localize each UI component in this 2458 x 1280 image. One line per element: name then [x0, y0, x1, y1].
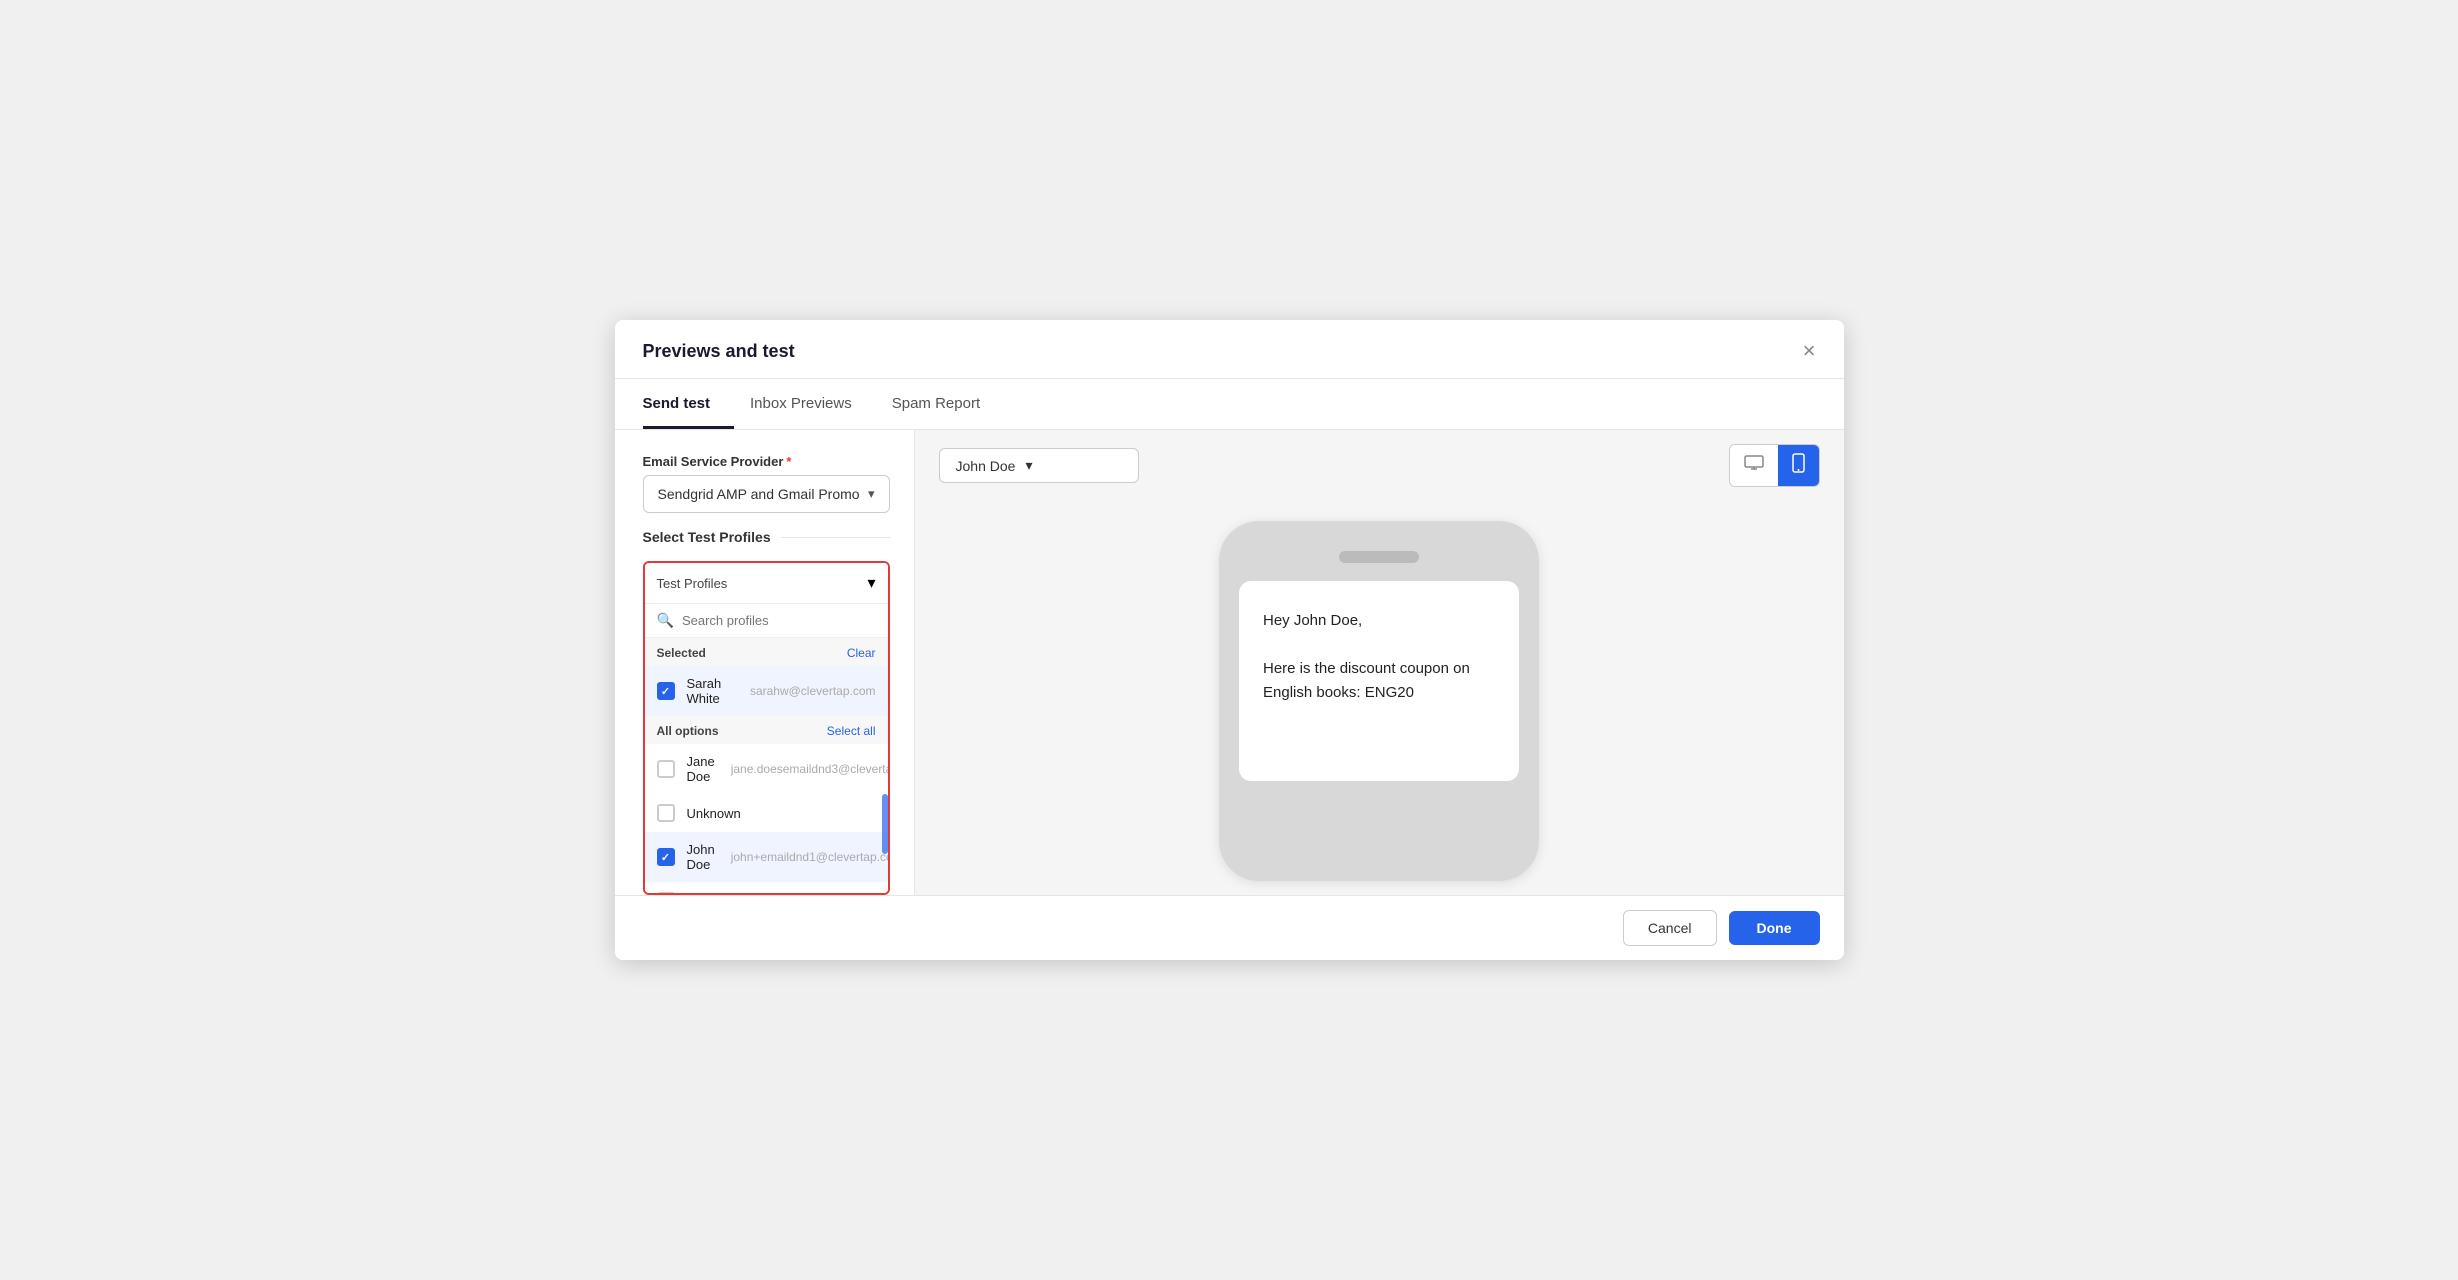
profiles-list: Selected Clear Sarah White sarahw@clever…: [645, 638, 888, 895]
close-button[interactable]: ×: [1803, 338, 1816, 378]
search-input[interactable]: [682, 613, 876, 628]
profile-email-oliver: olivert@gmail.com: [769, 894, 868, 895]
modal: Previews and test × Send test Inbox Prev…: [615, 320, 1844, 960]
profile-select-value: John Doe: [956, 458, 1016, 474]
modal-title: Previews and test: [643, 341, 795, 376]
modal-header: Previews and test ×: [615, 320, 1844, 379]
select-all-button[interactable]: Select all: [827, 724, 876, 738]
tab-send-test[interactable]: Send test: [643, 379, 735, 429]
phone-mockup: Hey John Doe, Here is the discount coupo…: [1219, 521, 1539, 881]
desktop-view-button[interactable]: [1730, 445, 1778, 486]
profile-name-john: John Doe: [687, 842, 715, 872]
esp-label: Email Service Provider*: [643, 454, 890, 469]
esp-select[interactable]: Sendgrid AMP and Gmail Promo ▾: [643, 475, 890, 513]
profiles-label: Test Profiles: [657, 576, 728, 591]
profile-email-john: john+emaildnd1@clevertap.com: [731, 850, 888, 864]
profile-item-unknown[interactable]: Unknown: [645, 794, 888, 832]
modal-body: Email Service Provider* Sendgrid AMP and…: [615, 430, 1844, 895]
profiles-header: Test Profiles ▾: [645, 563, 888, 604]
profiles-dropdown: Test Profiles ▾ 🔍 Selected Clear: [643, 561, 890, 895]
all-options-section-header: All options Select all: [645, 716, 888, 744]
profile-email-sarah: sarahw@clevertap.com: [750, 684, 876, 698]
section-title: Select Test Profiles: [643, 529, 890, 545]
left-panel: Email Service Provider* Sendgrid AMP and…: [615, 430, 915, 895]
desktop-icon: [1744, 455, 1764, 471]
scrollbar-thumb: [882, 794, 888, 854]
cancel-button[interactable]: Cancel: [1623, 910, 1717, 946]
search-icon: 🔍: [657, 612, 674, 629]
phone-notch: [1339, 551, 1419, 563]
checkbox-unknown[interactable]: [657, 804, 675, 822]
profile-select-dropdown[interactable]: John Doe ▾: [939, 448, 1139, 483]
all-options-label: All options: [657, 724, 719, 738]
tab-bar: Send test Inbox Previews Spam Report: [615, 379, 1844, 430]
mobile-view-button[interactable]: [1778, 445, 1819, 486]
preview-toolbar: John Doe ▾: [915, 430, 1844, 501]
email-body: Hey John Doe, Here is the discount coupo…: [1263, 609, 1495, 705]
profile-name-oliver: Oliver Twist: [687, 894, 754, 896]
profiles-chevron-icon: ▾: [867, 573, 875, 593]
profile-item-john[interactable]: John Doe john+emaildnd1@clevertap.com: [645, 832, 888, 882]
profile-select-chevron-icon: ▾: [1025, 457, 1032, 474]
profile-item-oliver[interactable]: Oliver Twist olivert@gmail.com: [645, 882, 888, 895]
tab-spam-report[interactable]: Spam Report: [892, 379, 1004, 429]
selected-section-header: Selected Clear: [645, 638, 888, 666]
search-box: 🔍: [645, 604, 888, 638]
view-toggle: [1729, 444, 1820, 487]
done-button[interactable]: Done: [1729, 911, 1820, 945]
esp-field: Email Service Provider* Sendgrid AMP and…: [643, 454, 890, 513]
profile-item-jane[interactable]: Jane Doe jane.doesemaildnd3@clevertap.co…: [645, 744, 888, 794]
profile-name-jane: Jane Doe: [687, 754, 715, 784]
clear-button[interactable]: Clear: [847, 646, 876, 660]
checkbox-jane[interactable]: [657, 760, 675, 778]
tab-inbox-previews[interactable]: Inbox Previews: [750, 379, 876, 429]
checkbox-sarah[interactable]: [657, 682, 675, 700]
mobile-icon: [1792, 453, 1805, 473]
profile-name-unknown: Unknown: [687, 806, 741, 821]
profile-email-jane: jane.doesemaildnd3@clevertap.com: [731, 762, 888, 776]
select-profiles-section: Select Test Profiles: [643, 529, 890, 545]
profile-name-sarah: Sarah White: [687, 676, 734, 706]
selected-label: Selected: [657, 646, 706, 660]
preview-content: Hey John Doe, Here is the discount coupo…: [915, 501, 1844, 895]
checkbox-oliver[interactable]: [657, 892, 675, 895]
phone-screen: Hey John Doe, Here is the discount coupo…: [1239, 581, 1519, 781]
checkbox-john[interactable]: [657, 848, 675, 866]
right-panel: John Doe ▾: [915, 430, 1844, 895]
profile-item-sarah[interactable]: Sarah White sarahw@clevertap.com: [645, 666, 888, 716]
esp-chevron-icon: ▾: [868, 486, 875, 502]
modal-footer: Cancel Done: [615, 895, 1844, 960]
